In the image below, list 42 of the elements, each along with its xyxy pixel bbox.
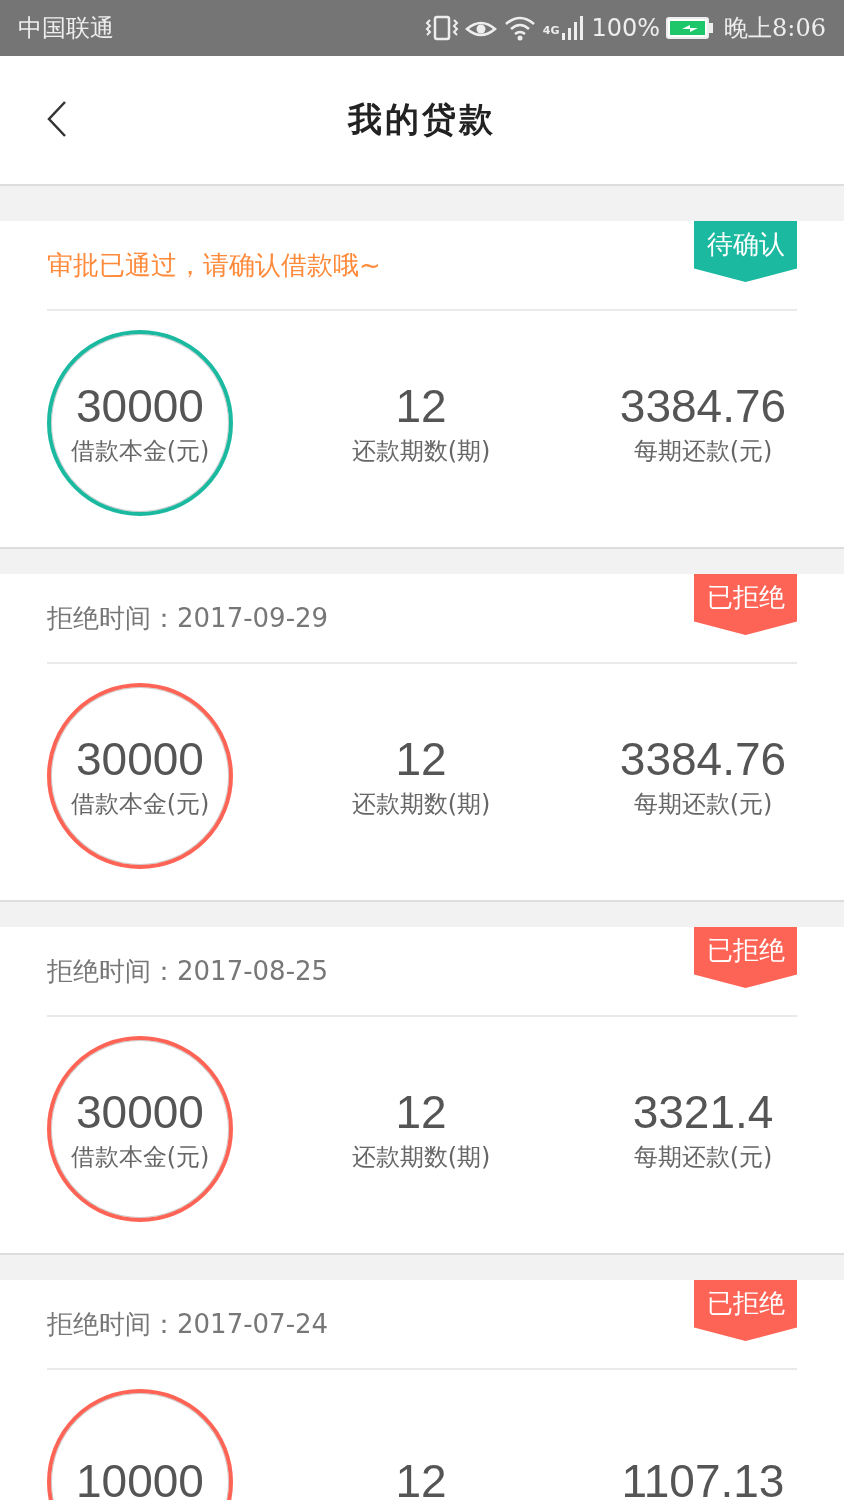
- status-badge: 已拒绝: [694, 574, 797, 635]
- loan-notice: 拒绝时间：2017-08-25: [47, 954, 329, 988]
- carrier-name: 中国联通: [18, 13, 114, 44]
- signal-icon: [561, 15, 586, 41]
- stat-value: 30000: [76, 1085, 204, 1141]
- stat-value: 1107.13: [621, 1454, 785, 1500]
- loan-card[interactable]: 审批已通过，请确认借款哦~ 待确认 30000 借款本金(元) 12 还款期数(期) 3384.76 每期还款(元): [0, 221, 844, 549]
- stat-value: 12: [395, 379, 447, 435]
- stat-label: 还款期数(期): [351, 435, 491, 467]
- stat-value: 30000: [76, 379, 204, 435]
- stat-value: 12: [395, 732, 447, 788]
- back-icon: [46, 100, 68, 138]
- loan-notice: 拒绝时间：2017-09-29: [47, 601, 329, 635]
- stat-label: 借款本金(元): [70, 788, 210, 820]
- stat-value: 3321.4: [632, 1085, 774, 1141]
- stat-value: 30000: [76, 732, 204, 788]
- loan-card[interactable]: 拒绝时间：2017-07-24 已拒绝 10000 12 1107.13: [0, 1280, 844, 1500]
- stat-value: 12: [395, 1085, 447, 1141]
- battery-percent: 100%: [591, 14, 661, 42]
- stat-value: 3384.76: [619, 379, 787, 435]
- stat-label: 每期还款(元): [633, 1141, 773, 1173]
- stat-label: 每期还款(元): [633, 435, 773, 467]
- stat-label: 每期还款(元): [633, 788, 773, 820]
- stat-value: 12: [395, 1454, 447, 1500]
- status-badge: 已拒绝: [694, 1280, 797, 1341]
- vibrate-icon: [424, 15, 459, 41]
- status-badge: 已拒绝: [694, 927, 797, 988]
- stat-value: 3384.76: [619, 732, 787, 788]
- battery-icon: [666, 16, 715, 40]
- stat-label: 借款本金(元): [70, 1141, 210, 1173]
- page-title: 我的贷款: [348, 98, 496, 141]
- loan-notice: 拒绝时间：2017-07-24: [47, 1307, 329, 1341]
- loan-notice: 审批已通过，请确认借款哦~: [47, 248, 381, 282]
- stat-label: 还款期数(期): [351, 1141, 491, 1173]
- status-badge: 待确认: [694, 221, 797, 282]
- stat-label: 还款期数(期): [351, 788, 491, 820]
- loan-card[interactable]: 拒绝时间：2017-09-29 已拒绝 30000 借款本金(元) 12 还款期数(期) 3384.76 每期还款(元): [0, 574, 844, 902]
- stat-value: 10000: [76, 1454, 204, 1500]
- clock-time: 晚上8:06: [724, 13, 826, 44]
- network-type: 4G: [542, 24, 560, 37]
- stat-label: 借款本金(元): [70, 435, 210, 467]
- loan-card[interactable]: 拒绝时间：2017-08-25 已拒绝 30000 借款本金(元) 12 还款期数(期) 3321.4 每期还款(元): [0, 927, 844, 1255]
